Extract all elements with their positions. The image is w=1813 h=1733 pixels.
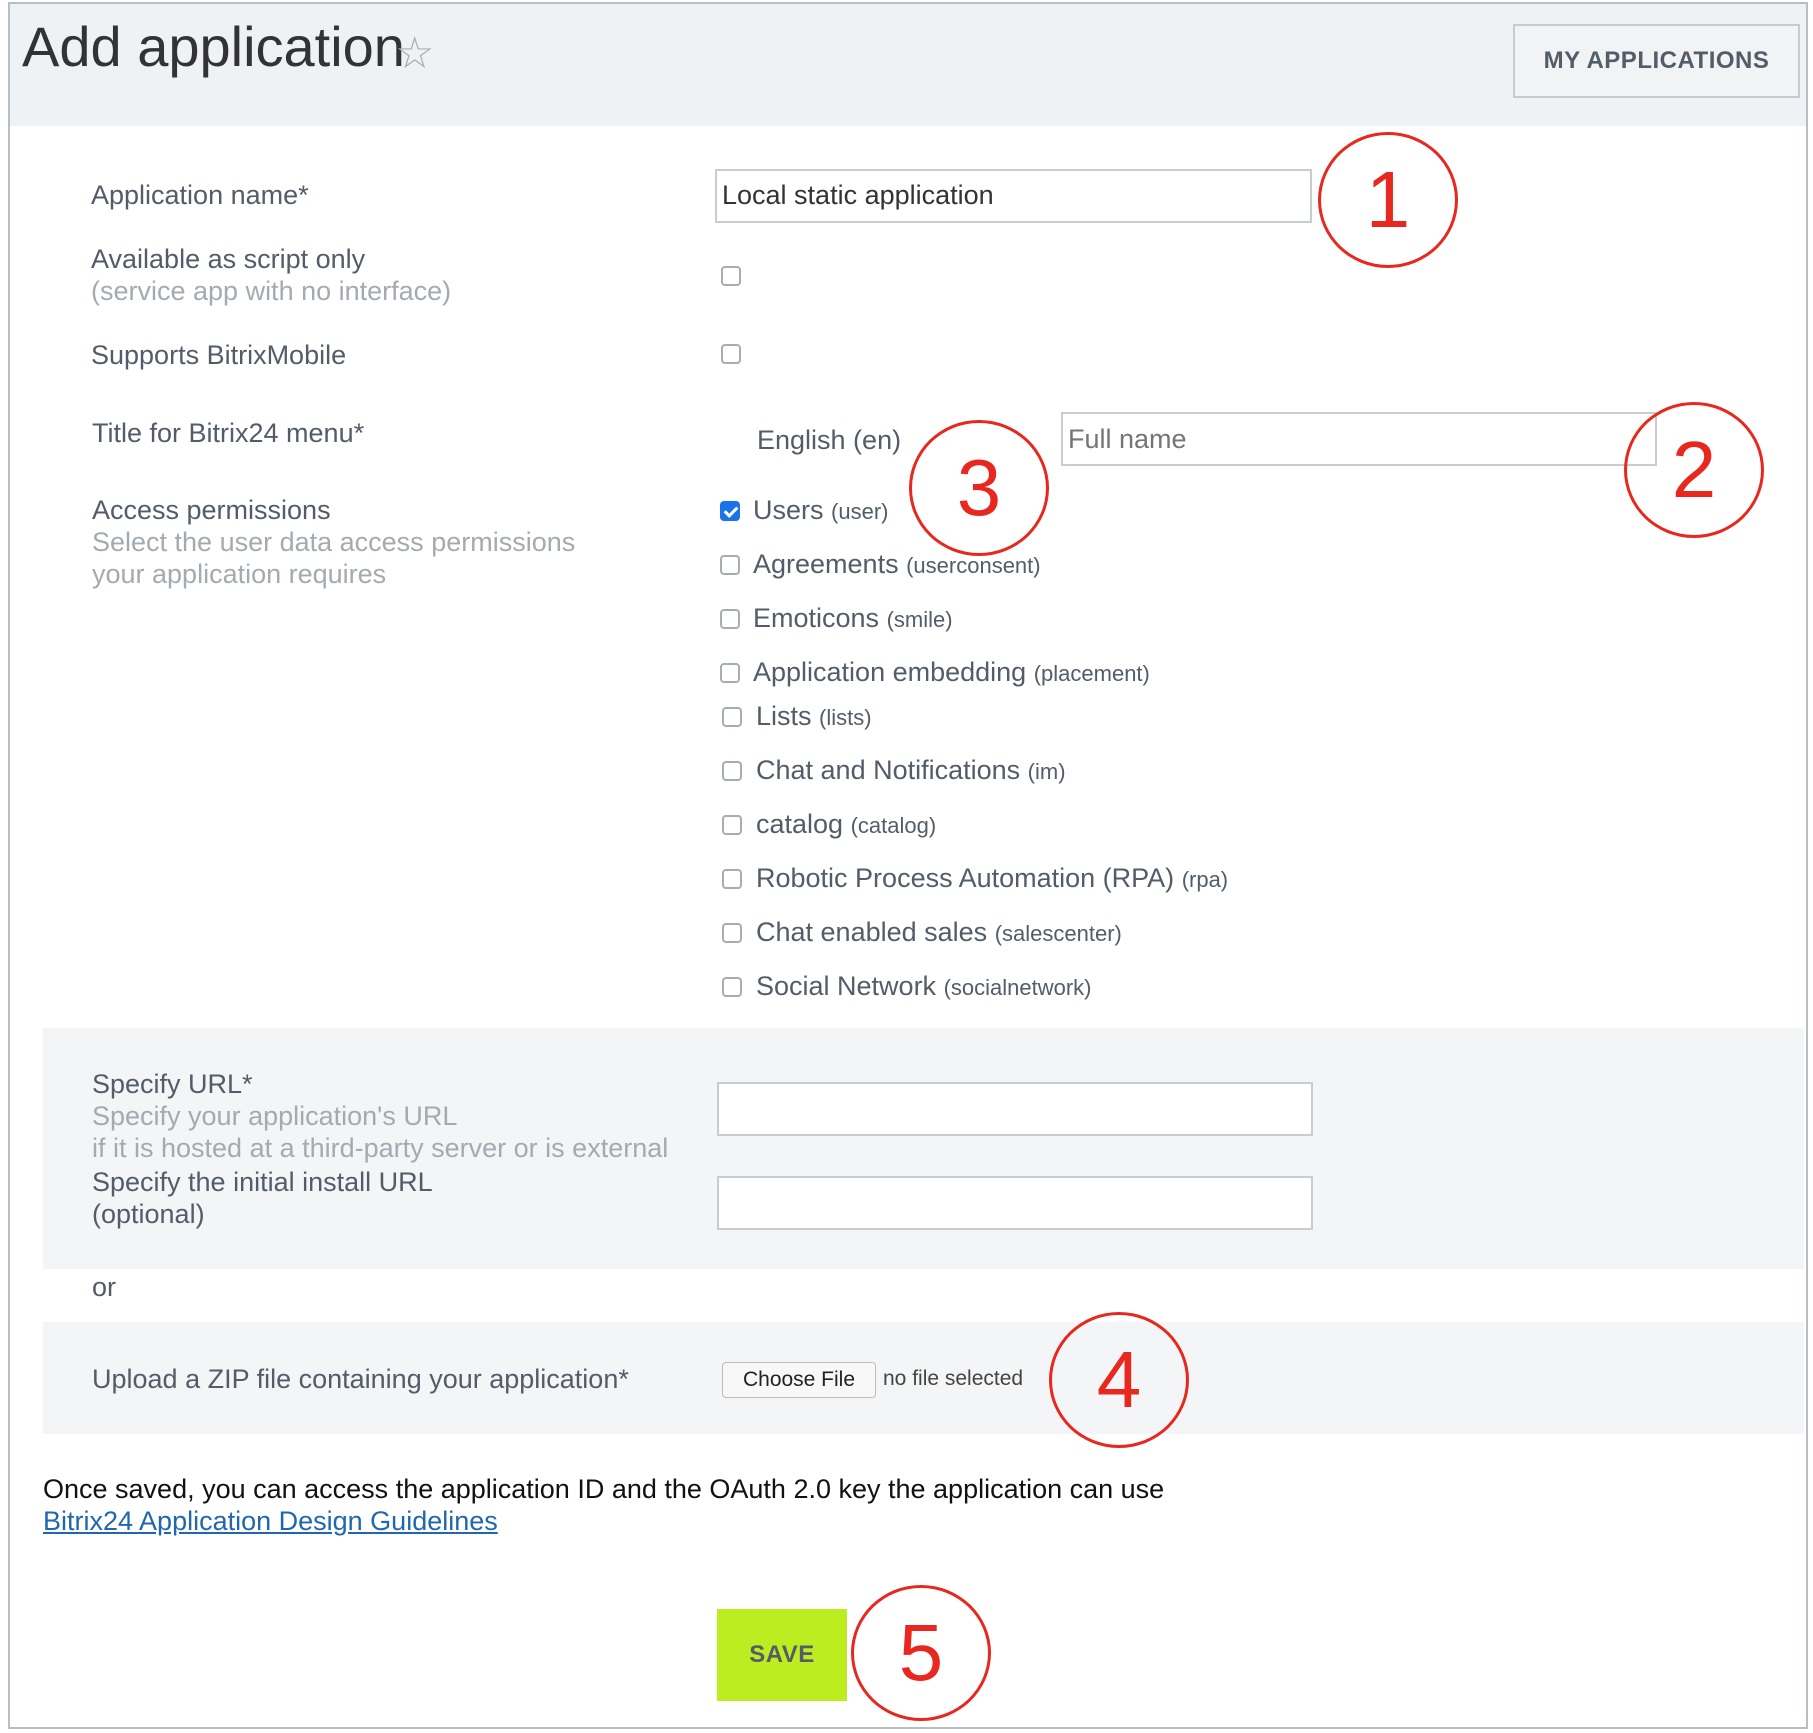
- app-name-label: Application name*: [91, 180, 309, 210]
- save-button[interactable]: SAVE: [717, 1609, 847, 1701]
- permission-checkbox-smile[interactable]: [720, 609, 740, 629]
- permission-label-rpa: Robotic Process Automation (RPA) (rpa): [756, 863, 1229, 893]
- save-note: Once saved, you can access the applicati…: [43, 1474, 1165, 1504]
- permission-checkbox-socialnetwork[interactable]: [722, 977, 742, 997]
- access-permissions-hint-1: Select the user data access permissions: [92, 527, 576, 557]
- permission-label-salescenter: Chat enabled sales (salescenter): [756, 917, 1122, 947]
- permission-label-placement: Application embedding (placement): [753, 657, 1150, 687]
- or-text: or: [92, 1272, 117, 1302]
- permission-label-user: Users (user): [753, 495, 889, 525]
- permission-checkbox-im[interactable]: [722, 761, 742, 781]
- my-applications-button[interactable]: MY APPLICATIONS: [1513, 24, 1800, 98]
- permission-label-userconsent: Agreements (userconsent): [753, 549, 1041, 579]
- zip-label: Upload a ZIP file containing your applic…: [92, 1364, 629, 1394]
- menu-title-label: Title for Bitrix24 menu*: [92, 418, 365, 448]
- file-status: no file selected: [883, 1367, 1024, 1390]
- callout-2: 2: [1624, 402, 1764, 538]
- access-permissions-label: Access permissions: [92, 495, 331, 525]
- permission-label-lists: Lists (lists): [756, 701, 872, 731]
- script-only-label: Available as script only: [91, 244, 366, 274]
- menu-title-input[interactable]: [1061, 412, 1657, 466]
- page-title: Add application: [22, 15, 405, 78]
- permission-checkbox-salescenter[interactable]: [722, 923, 742, 943]
- app-name-input[interactable]: Local static application: [715, 169, 1312, 223]
- script-only-checkbox[interactable]: [721, 266, 741, 286]
- install-url-input[interactable]: [717, 1176, 1313, 1230]
- callout-4: 4: [1049, 1312, 1189, 1448]
- install-url-label-2: (optional): [92, 1199, 205, 1229]
- script-only-hint: (service app with no interface): [91, 276, 452, 306]
- choose-file-button[interactable]: Choose File: [722, 1362, 876, 1398]
- bitrix-mobile-checkbox[interactable]: [721, 344, 741, 364]
- permission-label-smile: Emoticons (smile): [753, 603, 953, 633]
- permission-checkbox-lists[interactable]: [722, 707, 742, 727]
- menu-title-language: English (en): [757, 425, 902, 455]
- permission-label-catalog: catalog (catalog): [756, 809, 937, 839]
- url-label: Specify URL*: [92, 1069, 253, 1099]
- url-hint-1: Specify your application's URL: [92, 1101, 458, 1131]
- star-icon[interactable]: ☆: [395, 28, 434, 79]
- access-permissions-hint-2: your application requires: [92, 559, 387, 589]
- permission-checkbox-userconsent[interactable]: [720, 555, 740, 575]
- callout-1: 1: [1318, 132, 1458, 268]
- url-hint-2: if it is hosted at a third-party server …: [92, 1133, 669, 1163]
- install-url-label-1: Specify the initial install URL: [92, 1167, 433, 1197]
- callout-3: 3: [909, 420, 1049, 556]
- permission-checkbox-rpa[interactable]: [722, 869, 742, 889]
- design-guidelines-link[interactable]: Bitrix24 Application Design Guidelines: [43, 1506, 498, 1537]
- callout-5: 5: [851, 1585, 991, 1721]
- permission-checkbox-user[interactable]: [720, 501, 740, 521]
- bitrix-mobile-label: Supports BitrixMobile: [91, 340, 347, 370]
- permission-label-socialnetwork: Social Network (socialnetwork): [756, 971, 1092, 1001]
- permission-label-im: Chat and Notifications (im): [756, 755, 1066, 785]
- url-input[interactable]: [717, 1082, 1313, 1136]
- permission-checkbox-catalog[interactable]: [722, 815, 742, 835]
- permission-checkbox-placement[interactable]: [720, 663, 740, 683]
